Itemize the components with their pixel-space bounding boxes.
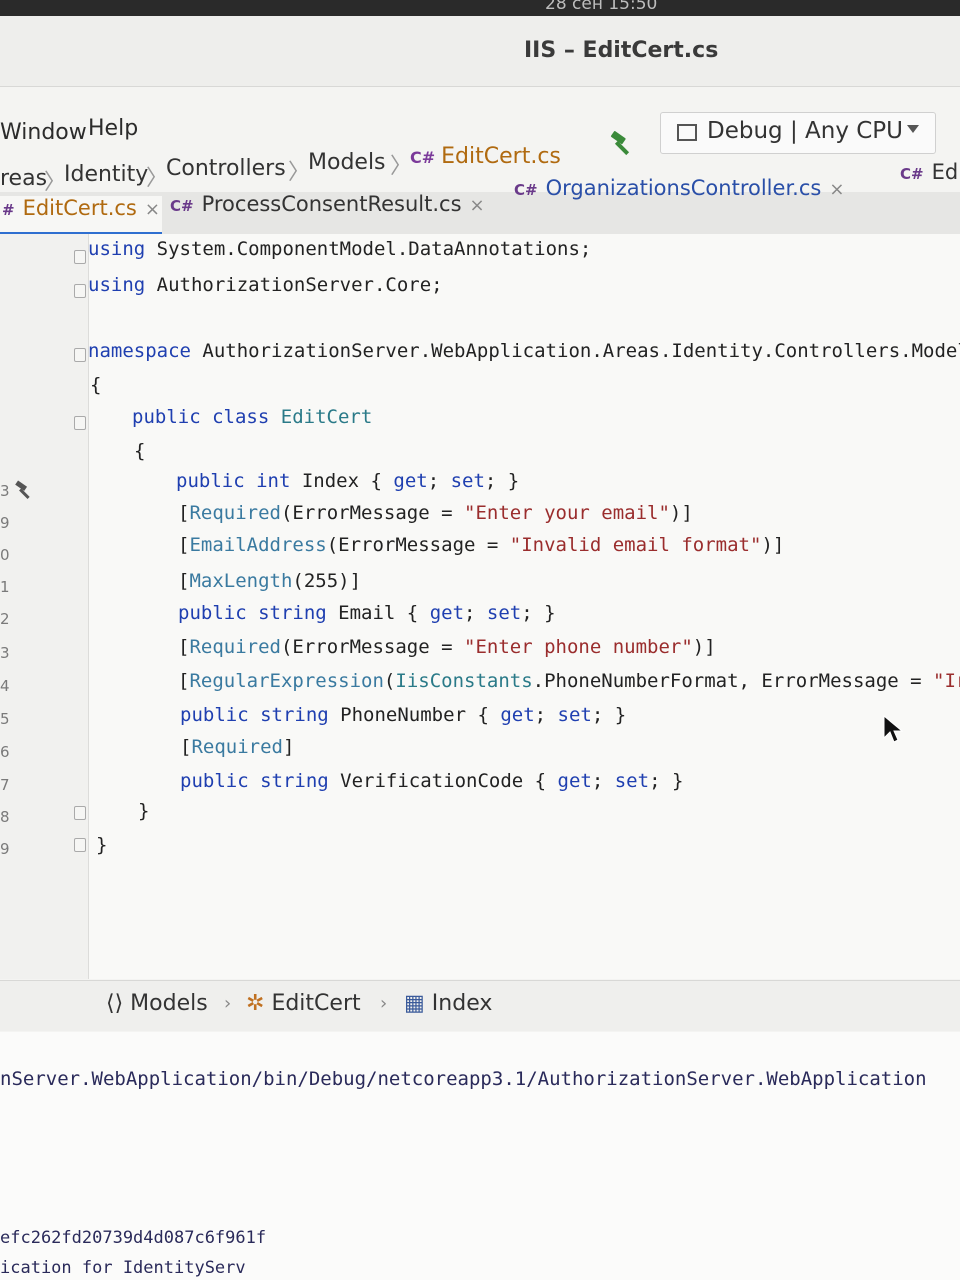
code-line: } (96, 834, 108, 856)
tab-processconsentresult[interactable]: C# ProcessConsentResult.cs × (170, 192, 485, 228)
bc-editcert[interactable]: ✲ EditCert (246, 991, 361, 1016)
code-line: [Required(ErrorMessage = "Enter phone nu… (178, 636, 716, 658)
code-line: public class EditCert (132, 406, 373, 428)
nav-crumb-controllers[interactable]: Controllers (166, 156, 286, 181)
line-number: 5 (0, 710, 10, 728)
code-line: public string VerificationCode { get; se… (180, 770, 684, 792)
code-line: [MaxLength(255)] (178, 570, 362, 592)
window-titlebar: IIS – EditCert.cs (0, 16, 960, 87)
tab-organizationscontroller[interactable]: C# OrganizationsController.cs × (514, 176, 844, 212)
code-editor[interactable]: 3 9 0 1 2 3 4 5 6 7 8 9 using System.Com… (0, 234, 960, 979)
fold-toggle[interactable] (74, 348, 86, 362)
nav-crumb-models[interactable]: Models (308, 150, 386, 175)
tab-ed[interactable]: C# Ed (900, 160, 958, 196)
structure-breadcrumb: ⟨⟩ Models › ✲ EditCert › ▦ Index (0, 980, 960, 1031)
output-line: ication for IdentityServ (0, 1258, 246, 1278)
tab-label: ProcessConsentResult.cs (201, 192, 462, 216)
tab-label: OrganizationsController.cs (545, 176, 822, 200)
nav-crumb-file-label: EditCert.cs (441, 144, 561, 169)
csharp-file-icon: C# (410, 148, 436, 167)
configuration-label: Debug | Any CPU (707, 118, 904, 144)
code-line: namespace AuthorizationServer.WebApplica… (88, 340, 960, 362)
namespace-icon: ⟨⟩ (106, 991, 124, 1016)
line-number-gutter: 3 9 0 1 2 3 4 5 6 7 8 9 (0, 234, 89, 979)
code-line: { (90, 374, 102, 396)
build-hammer-icon[interactable] (608, 130, 636, 158)
close-icon[interactable]: × (145, 199, 160, 220)
chevron-right-icon: 〉 (390, 154, 413, 179)
code-line: using AuthorizationServer.Core; (88, 274, 443, 296)
fold-toggle[interactable] (74, 284, 86, 298)
nav-crumb-areas[interactable]: reas (0, 166, 47, 191)
line-number: 3 (0, 644, 10, 662)
close-icon[interactable]: × (829, 179, 844, 200)
csharp-file-icon: C# (170, 197, 194, 215)
fold-toggle[interactable] (74, 838, 86, 852)
tab-editcert[interactable]: # EditCert.cs × (0, 196, 162, 235)
code-line: [Required(ErrorMessage = "Enter your ema… (178, 502, 693, 524)
nav-crumb-identity[interactable]: Identity (64, 162, 148, 187)
code-line: [Required] (180, 736, 295, 758)
chevron-right-icon: › (224, 993, 232, 1014)
csharp-file-icon: C# (514, 181, 538, 199)
code-line: { (134, 440, 146, 462)
system-top-bar: 28 сен 15:50 (0, 0, 960, 16)
line-number: 4 (0, 677, 10, 695)
class-icon: ✲ (246, 991, 265, 1016)
line-number: 1 (0, 578, 10, 596)
line-number: 9 (0, 514, 10, 532)
chevron-right-icon: 〉 (146, 166, 169, 191)
tab-label: EditCert.cs (22, 196, 137, 220)
build-configuration-select[interactable]: Debug | Any CPU (660, 112, 936, 154)
bc-models[interactable]: ⟨⟩ Models (106, 991, 208, 1016)
line-number: 7 (0, 776, 10, 794)
code-line: public int Index { get; set; } (176, 470, 520, 492)
window-title: IIS – EditCert.cs (524, 38, 719, 63)
output-line: efc262fd20739d4d087c6f961f (0, 1228, 267, 1248)
code-line: using System.ComponentModel.DataAnnotati… (88, 238, 592, 260)
chevron-right-icon: 〉 (288, 160, 311, 185)
fold-toggle[interactable] (74, 250, 86, 264)
tab-label: Ed (931, 160, 959, 184)
fold-toggle[interactable] (74, 416, 86, 430)
mouse-pointer-icon (883, 714, 904, 743)
close-icon[interactable]: × (470, 195, 485, 216)
property-icon: ▦ (404, 991, 425, 1016)
code-line: public string Email { get; set; } (178, 602, 556, 624)
chevron-down-icon (907, 125, 919, 133)
line-number: 3 (0, 482, 10, 500)
editor-tab-bar: # EditCert.cs × C# ProcessConsentResult.cs ×… (0, 160, 960, 235)
code-line: [RegularExpression(IisConstants.PhoneNum… (178, 670, 960, 692)
line-number: 0 (0, 546, 10, 564)
line-number: 6 (0, 743, 10, 761)
output-line: nServer.WebApplication/bin/Debug/netcore… (0, 1068, 927, 1090)
fold-toggle[interactable] (74, 806, 86, 820)
csharp-file-icon: # (2, 201, 15, 219)
code-line: } (138, 800, 150, 822)
code-line: [EmailAddress(ErrorMessage = "Invalid em… (178, 534, 785, 556)
nav-crumb-file[interactable]: C# EditCert.cs (410, 144, 561, 169)
output-panel: nServer.WebApplication/bin/Debug/netcore… (0, 1032, 960, 1280)
bc-index[interactable]: ▦ Index (404, 991, 492, 1016)
implementation-marker-icon[interactable] (14, 480, 36, 502)
system-clock: 28 сен 15:50 (545, 0, 658, 14)
line-number: 8 (0, 808, 10, 826)
configuration-icon (677, 124, 697, 141)
code-line: public string PhoneNumber { get; set; } (180, 704, 627, 726)
chevron-right-icon: › (380, 993, 388, 1014)
line-number: 9 (0, 840, 10, 858)
line-number: 2 (0, 610, 10, 628)
csharp-file-icon: C# (900, 165, 924, 183)
menu-help[interactable]: Help (88, 116, 138, 141)
